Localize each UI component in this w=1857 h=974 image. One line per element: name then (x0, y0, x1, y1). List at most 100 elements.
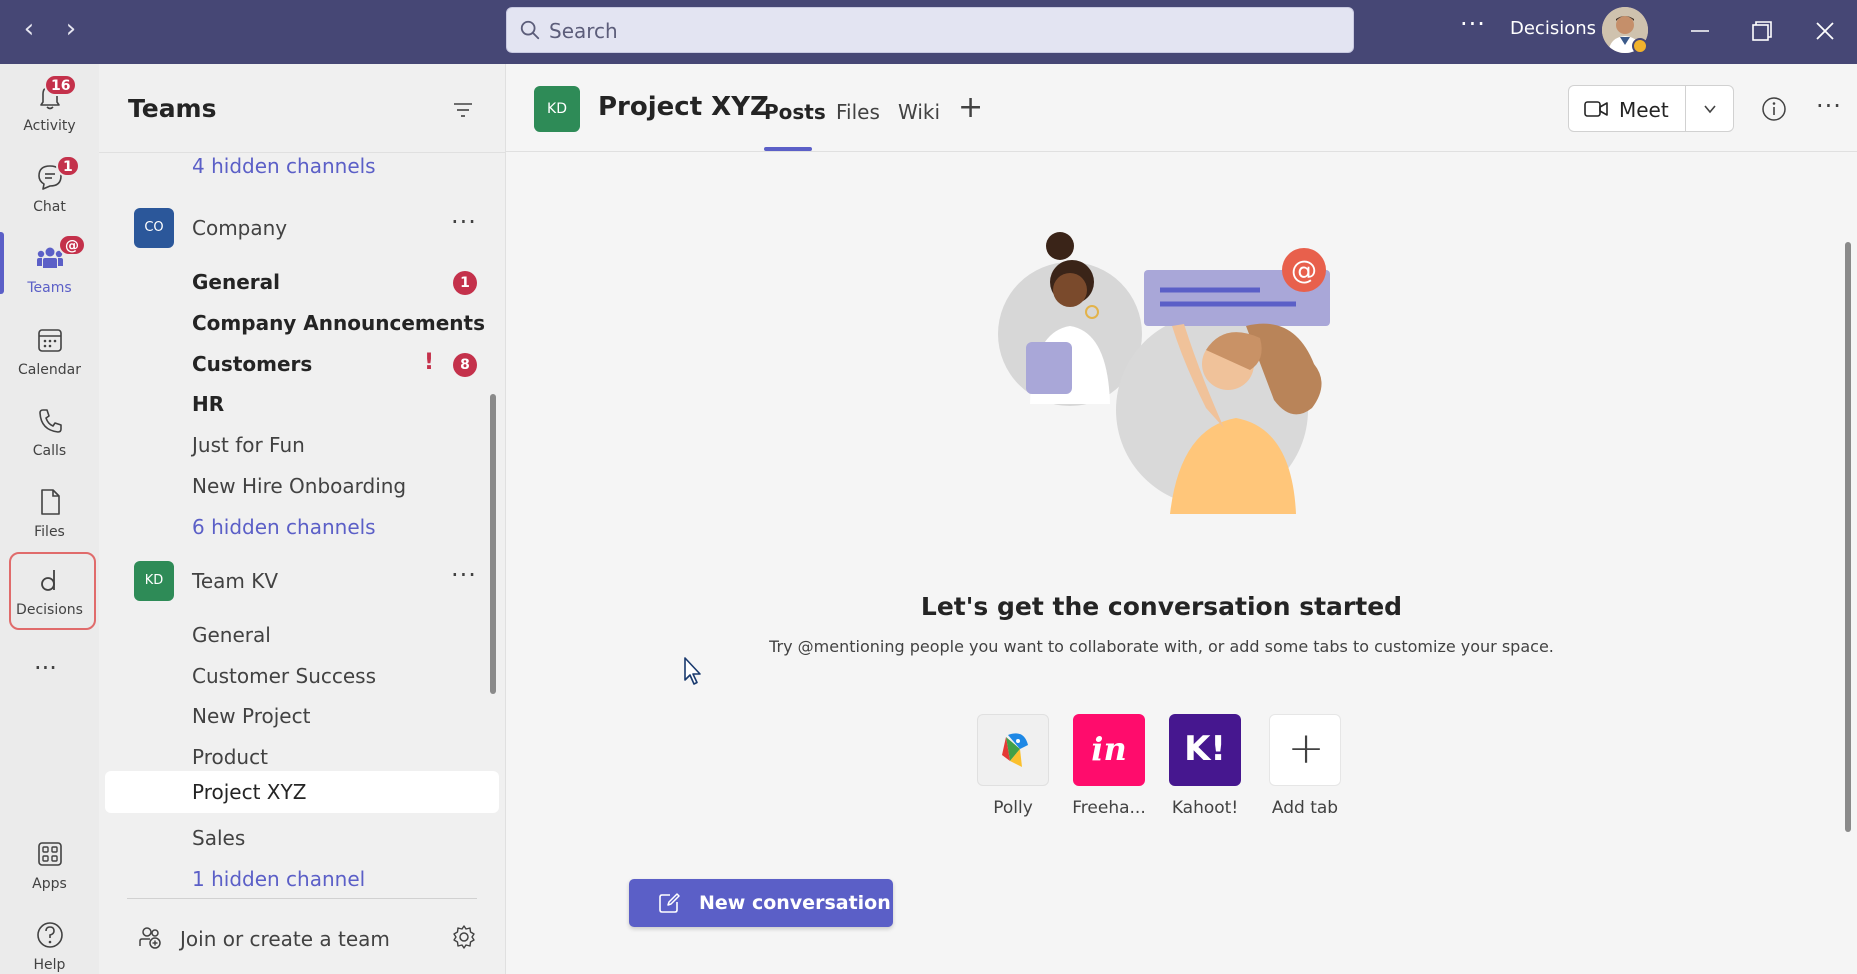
app-tile-add-tab[interactable]: + Add tab (1269, 714, 1341, 818)
invision-glyph: in (1091, 730, 1127, 768)
empty-state-title: Let's get the conversation started (920, 592, 1403, 621)
hidden-channels-link[interactable]: 6 hidden channels (99, 507, 506, 547)
channel-company-announcements[interactable]: Company Announcements (99, 303, 506, 343)
important-icon: ! (424, 350, 435, 375)
channel-just-for-fun[interactable]: Just for Fun (99, 425, 506, 465)
app-files[interactable]: Files (0, 476, 99, 552)
channel-label: Product (192, 745, 268, 769)
tab-files[interactable]: Files (836, 100, 880, 124)
team-kv[interactable]: KD Team KV ··· (99, 555, 506, 605)
app-label: Calls (32, 443, 67, 459)
new-conversation-button[interactable]: New conversation (629, 879, 893, 927)
channel-label: 6 hidden channels (192, 515, 376, 539)
team-name: Team KV (192, 569, 279, 593)
restore-icon[interactable] (1745, 14, 1779, 48)
app-calls[interactable]: Calls (0, 395, 99, 471)
app-activity[interactable]: 16 Activity (0, 70, 99, 146)
new-conversation-label: New conversation (699, 892, 891, 914)
main-scrollbar[interactable] (1845, 242, 1851, 832)
add-tab-tile-icon: + (1269, 714, 1341, 786)
channel-customers[interactable]: Customers ! 8 (99, 344, 506, 384)
hidden-channels-link[interactable]: 1 hidden channel (99, 859, 506, 899)
presence-away-icon (1632, 38, 1648, 54)
kahoot-logo-icon: K! (1169, 714, 1241, 786)
close-icon[interactable] (1808, 14, 1842, 48)
app-help[interactable]: Help (0, 909, 99, 974)
channel-customer-success[interactable]: Customer Success (99, 656, 506, 696)
title-bar: ‹ › Search ··· Decisions (0, 0, 1857, 64)
app-label: Chat (33, 199, 66, 215)
app-bar: 16 Activity 1 Chat @ Teams Calendar Call… (0, 64, 99, 974)
back-arrow-icon[interactable]: ‹ (14, 14, 44, 46)
more-options-icon[interactable]: ··· (1460, 10, 1486, 38)
channel-hr[interactable]: HR (99, 384, 506, 424)
unread-badge: 8 (453, 353, 477, 377)
app-tile-polly[interactable]: Polly (977, 714, 1049, 818)
active-tab-indicator (764, 147, 812, 151)
more-options-icon[interactable]: ··· (1816, 92, 1842, 120)
meet-button[interactable]: Meet (1568, 85, 1686, 132)
team-avatar: CO (134, 208, 174, 248)
team-more-options-icon[interactable]: ··· (451, 561, 477, 589)
channel-new-hire-onboarding[interactable]: New Hire Onboarding (99, 466, 506, 506)
app-chat[interactable]: 1 Chat (0, 151, 99, 227)
channel-title: Project XYZ (598, 92, 769, 122)
svg-text:@: @ (1291, 256, 1317, 286)
phone-icon (39, 409, 62, 433)
channel-general[interactable]: General (99, 615, 506, 655)
gear-icon[interactable] (451, 924, 477, 950)
chat-badge: 1 (56, 155, 80, 177)
polly-logo-icon (977, 714, 1049, 786)
filter-icon[interactable] (451, 98, 475, 122)
hidden-channels-link[interactable]: 4 hidden channels (99, 146, 506, 186)
team-more-options-icon[interactable]: ··· (451, 208, 477, 236)
channel-label: 4 hidden channels (192, 154, 376, 178)
panel-title: Teams (128, 94, 217, 123)
add-tab-icon[interactable]: + (958, 90, 983, 125)
team-avatar: KD (134, 561, 174, 601)
chevron-down-icon (1704, 105, 1716, 114)
teams-panel: Teams 4 hidden channels CO Company ··· G… (99, 64, 506, 974)
channel-label: Just for Fun (192, 433, 305, 457)
search-placeholder: Search (549, 19, 618, 43)
meet-label: Meet (1619, 98, 1669, 122)
channel-label: General (192, 623, 271, 647)
join-create-team-button[interactable]: Join or create a team (99, 914, 506, 958)
app-apps[interactable]: Apps (0, 828, 99, 904)
team-company[interactable]: CO Company ··· (99, 202, 506, 252)
channel-sales[interactable]: Sales (99, 818, 506, 858)
channel-label: Sales (192, 826, 246, 850)
app-tile-label: Kahoot! (1171, 798, 1239, 818)
app-teams[interactable]: @ Teams (0, 232, 99, 308)
unread-badge: 1 (453, 271, 477, 295)
channel-project-xyz[interactable]: Project XYZ (105, 771, 499, 813)
search-input[interactable]: Search (506, 7, 1354, 53)
meet-dropdown[interactable] (1686, 85, 1734, 132)
invision-logo-icon: in (1073, 714, 1145, 786)
app-tile-label: Add tab (1271, 798, 1339, 818)
channel-general[interactable]: General 1 (99, 262, 506, 302)
channel-label: Customers (192, 352, 313, 376)
channel-header: KD Project XYZ Posts Files Wiki + Meet ·… (506, 64, 1857, 152)
team-name: Company (192, 216, 288, 240)
empty-state-subtitle: Try @mentioning people you want to colla… (769, 637, 1554, 656)
app-label: Apps (32, 876, 67, 892)
forward-arrow-icon[interactable]: › (56, 14, 86, 46)
minimize-icon[interactable] (1683, 14, 1717, 48)
app-label: Files (34, 524, 65, 540)
tab-wiki[interactable]: Wiki (898, 100, 940, 124)
panel-scrollbar[interactable] (490, 394, 496, 694)
channel-label: General (192, 270, 280, 294)
app-tile-freehand[interactable]: in Freeha... (1072, 714, 1146, 818)
app-calendar[interactable]: Calendar (0, 314, 99, 390)
more-apps-icon[interactable]: ··· (34, 654, 57, 682)
app-tile-kahoot[interactable]: K! Kahoot! (1169, 714, 1241, 818)
plus-icon: + (1287, 723, 1325, 774)
channel-label: Company Announcements (192, 311, 486, 335)
channel-new-project[interactable]: New Project (99, 696, 506, 736)
activity-badge: 16 (44, 74, 78, 96)
info-icon[interactable] (1761, 96, 1787, 122)
org-name[interactable]: Decisions (1510, 18, 1596, 39)
tab-posts[interactable]: Posts (764, 100, 826, 124)
channel-label: 1 hidden channel (192, 867, 366, 891)
